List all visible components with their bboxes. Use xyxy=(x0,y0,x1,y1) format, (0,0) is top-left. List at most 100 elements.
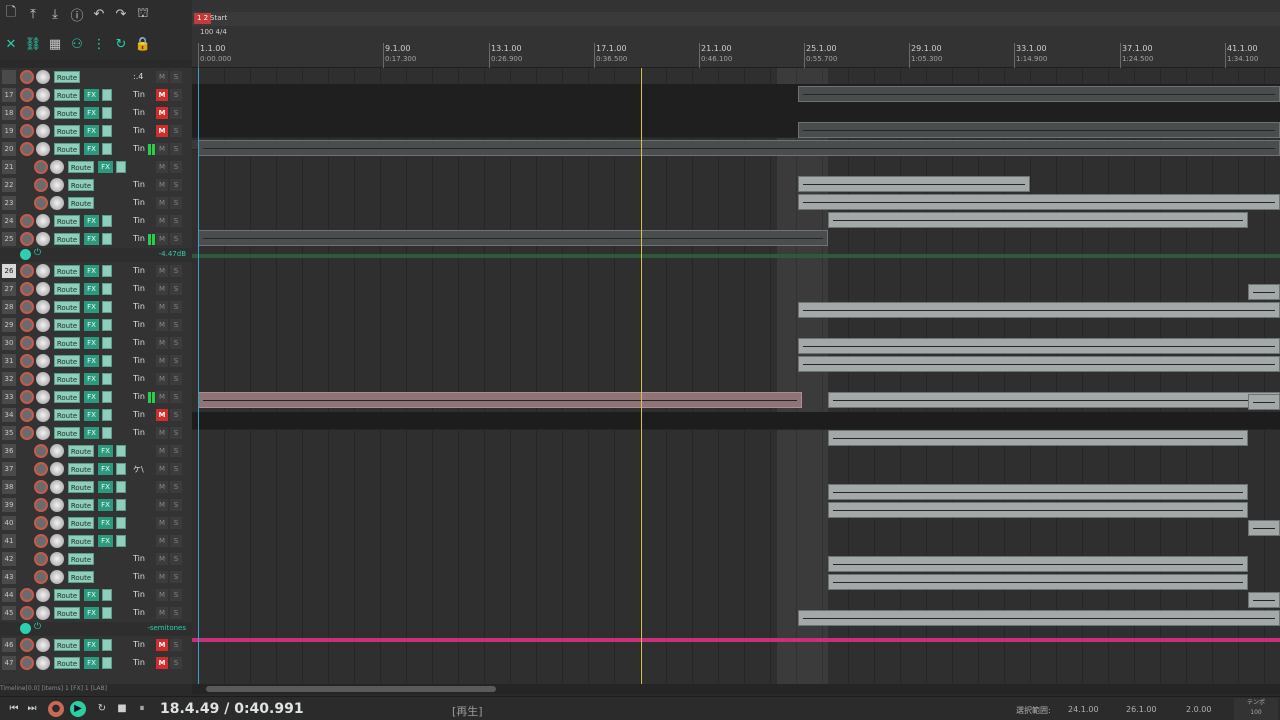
track-name[interactable]: Tin xyxy=(133,554,145,563)
new-file-icon[interactable]: 🗋 xyxy=(2,5,20,23)
media-item[interactable] xyxy=(1248,592,1280,608)
track-row[interactable]: 22 Route Tin M S xyxy=(0,176,192,194)
volume-knob[interactable] xyxy=(36,372,50,386)
track-number[interactable]: 36 xyxy=(2,444,16,458)
volume-knob[interactable] xyxy=(36,426,50,440)
mute-button[interactable]: M xyxy=(156,233,168,245)
envelope-button[interactable] xyxy=(116,517,126,529)
track-name[interactable]: :.4 xyxy=(133,72,143,81)
marker-number[interactable]: 1 2 xyxy=(194,13,212,24)
solo-button[interactable]: S xyxy=(170,337,182,349)
route-button[interactable]: Route xyxy=(54,71,80,83)
route-button[interactable]: Route xyxy=(54,143,80,155)
track-name[interactable]: Tin xyxy=(133,198,145,207)
track-number[interactable]: 28 xyxy=(2,300,16,314)
mute-button[interactable]: M xyxy=(156,409,168,421)
record-button[interactable]: ● xyxy=(48,701,64,717)
fx-button[interactable]: FX xyxy=(84,409,99,421)
tempo-value[interactable]: 100 xyxy=(1234,708,1278,718)
track-row[interactable]: 41 Route FX M S xyxy=(0,532,192,550)
mute-button[interactable]: M xyxy=(156,373,168,385)
track-name[interactable]: Tin xyxy=(133,572,145,581)
route-button[interactable]: Route xyxy=(68,445,94,457)
fx-button[interactable]: FX xyxy=(84,373,99,385)
fx-button[interactable]: FX xyxy=(84,319,99,331)
mute-button[interactable]: M xyxy=(156,391,168,403)
solo-button[interactable]: S xyxy=(170,391,182,403)
redo-icon[interactable]: ↷ xyxy=(112,5,130,23)
record-arm-button[interactable] xyxy=(20,354,34,368)
mute-button[interactable]: M xyxy=(156,535,168,547)
volume-knob[interactable] xyxy=(50,160,64,174)
track-row[interactable]: 24 Route FX Tin M S xyxy=(0,212,192,230)
track-name[interactable]: Tin xyxy=(133,374,145,383)
fx-button[interactable]: FX xyxy=(84,337,99,349)
media-item[interactable] xyxy=(198,392,802,408)
fx-button[interactable]: FX xyxy=(84,125,99,137)
record-arm-button[interactable] xyxy=(20,588,34,602)
track-name[interactable]: Tin xyxy=(133,302,145,311)
media-item[interactable] xyxy=(798,194,1280,210)
record-arm-button[interactable] xyxy=(20,264,34,278)
position-display[interactable]: 18.4.49 / 0:40.991 xyxy=(160,701,304,717)
track-row[interactable]: 46 Route FX Tin M S xyxy=(0,636,192,654)
route-button[interactable]: Route xyxy=(68,517,94,529)
record-arm-button[interactable] xyxy=(20,318,34,332)
route-button[interactable]: Route xyxy=(54,373,80,385)
track-number[interactable]: 31 xyxy=(2,354,16,368)
volume-knob[interactable] xyxy=(50,444,64,458)
solo-button[interactable]: S xyxy=(170,657,182,669)
solo-button[interactable]: S xyxy=(170,373,182,385)
record-arm-button[interactable] xyxy=(20,408,34,422)
volume-knob[interactable] xyxy=(50,462,64,476)
selection-length[interactable]: 2.0.00 xyxy=(1186,705,1211,714)
media-item[interactable] xyxy=(1248,284,1280,300)
track-number[interactable]: 25 xyxy=(2,232,16,246)
fx-button[interactable]: FX xyxy=(84,265,99,277)
selection-start[interactable]: 24.1.00 xyxy=(1068,705,1099,714)
record-arm-button[interactable] xyxy=(20,336,34,350)
route-button[interactable]: Route xyxy=(54,391,80,403)
mute-button[interactable]: M xyxy=(156,215,168,227)
media-item[interactable] xyxy=(828,574,1248,590)
track-row[interactable]: 33 Route FX Tin M S xyxy=(0,388,192,406)
track-number[interactable]: 35 xyxy=(2,426,16,440)
track-number[interactable]: 19 xyxy=(2,124,16,138)
volume-knob[interactable] xyxy=(50,480,64,494)
mute-button[interactable]: M xyxy=(156,607,168,619)
solo-button[interactable]: S xyxy=(170,463,182,475)
solo-button[interactable]: S xyxy=(170,499,182,511)
envelope-button[interactable] xyxy=(102,283,112,295)
solo-button[interactable]: S xyxy=(170,71,182,83)
envelope-button[interactable] xyxy=(102,607,112,619)
media-item[interactable] xyxy=(1248,520,1280,536)
record-arm-button[interactable] xyxy=(20,372,34,386)
track-row[interactable]: 32 Route FX Tin M S xyxy=(0,370,192,388)
volume-knob[interactable] xyxy=(36,606,50,620)
track-row[interactable]: 39 Route FX M S xyxy=(0,496,192,514)
track-name[interactable]: Tin xyxy=(133,356,145,365)
record-arm-button[interactable] xyxy=(34,516,48,530)
track-number[interactable]: 46 xyxy=(2,638,16,652)
volume-knob[interactable] xyxy=(50,552,64,566)
track-number[interactable]: 39 xyxy=(2,498,16,512)
tempo-marker[interactable]: 100 4/4 xyxy=(200,28,227,36)
track-row[interactable]: 34 Route FX Tin M S xyxy=(0,406,192,424)
volume-knob[interactable] xyxy=(36,300,50,314)
envelope-button[interactable] xyxy=(116,161,126,173)
solo-button[interactable]: S xyxy=(170,161,182,173)
mute-button[interactable]: M xyxy=(156,639,168,651)
route-button[interactable]: Route xyxy=(54,607,80,619)
track-row[interactable]: 25 Route FX Tin M S xyxy=(0,230,192,248)
track-row[interactable]: 30 Route FX Tin M S xyxy=(0,334,192,352)
media-item[interactable] xyxy=(828,484,1248,500)
track-row[interactable]: 44 Route FX Tin M S xyxy=(0,586,192,604)
track-row[interactable]: 29 Route FX Tin M S xyxy=(0,316,192,334)
volume-knob[interactable] xyxy=(36,318,50,332)
volume-knob[interactable] xyxy=(50,516,64,530)
record-arm-button[interactable] xyxy=(20,638,34,652)
scroll-thumb[interactable] xyxy=(206,686,496,692)
import-icon[interactable]: ⤒ xyxy=(24,5,42,23)
undo-icon[interactable]: ↶ xyxy=(90,5,108,23)
envelope-button[interactable] xyxy=(102,319,112,331)
